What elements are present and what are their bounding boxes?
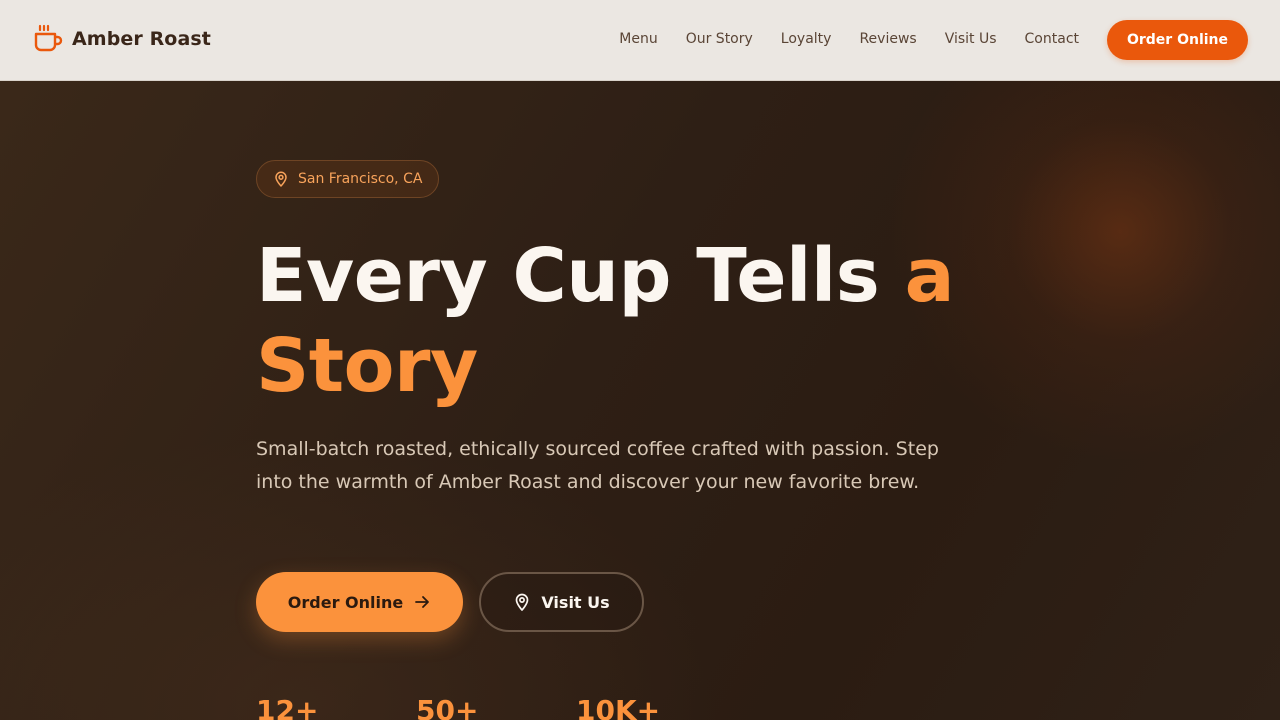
hero-headline: Every Cup Tells a Story [256, 231, 1016, 411]
location-text: San Francisco, CA [298, 171, 423, 187]
nav-item-loyalty[interactable]: Loyalty [781, 31, 832, 47]
nav-item-visit-us[interactable]: Visit Us [945, 31, 997, 47]
order-online-button[interactable]: Order Online [256, 572, 463, 632]
visit-us-label: Visit Us [541, 592, 610, 612]
map-pin-icon [513, 593, 531, 611]
nav-item-our-story[interactable]: Our Story [686, 31, 753, 47]
nav-item-reviews[interactable]: Reviews [859, 31, 916, 47]
hero-section: San Francisco, CA Every Cup Tells a Stor… [0, 81, 1280, 720]
stat-value: 50+ [416, 694, 479, 720]
stat-value: 12+ [256, 694, 319, 720]
hero-description: Small-batch roasted, ethically sourced c… [256, 438, 939, 493]
visit-us-button[interactable]: Visit Us [479, 572, 644, 632]
location-badge: San Francisco, CA [256, 160, 440, 198]
brand-logo[interactable]: Amber Roast [33, 24, 211, 54]
site-header: Amber Roast Menu Our Story Loyalty Revie… [0, 0, 1280, 81]
arrow-right-icon [413, 593, 431, 611]
coffee-cup-icon [33, 24, 63, 54]
nav-item-contact[interactable]: Contact [1025, 31, 1079, 47]
order-online-label: Order Online [287, 592, 404, 612]
main-nav: Menu Our Story Loyalty Reviews Visit Us … [619, 31, 1079, 47]
stat-value: 10K+ [576, 694, 661, 720]
header-order-online-button[interactable]: Order Online [1107, 20, 1248, 60]
brand-name: Amber Roast [72, 28, 211, 50]
map-pin-icon [273, 171, 289, 187]
stats-row: 12+ 50+ 10K+ [256, 691, 736, 720]
nav-item-menu[interactable]: Menu [619, 31, 657, 47]
headline-main: Every Cup Tells [256, 233, 905, 319]
